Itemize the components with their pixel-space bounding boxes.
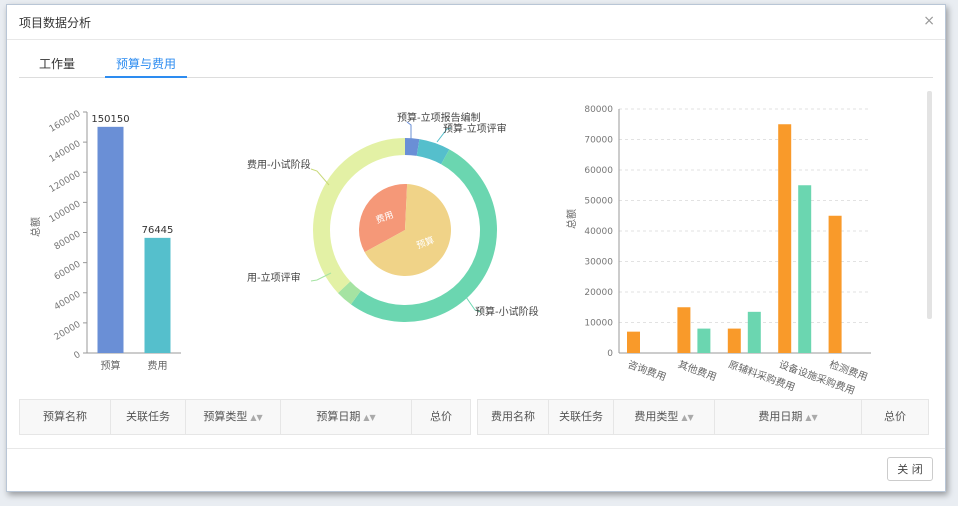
close-button[interactable]: 关 闭 bbox=[887, 457, 933, 481]
bar-s0-3[interactable] bbox=[778, 124, 792, 353]
y-tick-label: 70000 bbox=[584, 136, 613, 146]
y-tick-label: 60000 bbox=[53, 259, 83, 282]
y-axis-label: 总额 bbox=[29, 217, 42, 237]
y-tick-label: 20000 bbox=[584, 288, 613, 298]
y-tick-label: 40000 bbox=[584, 227, 613, 237]
bar-value-label: 76445 bbox=[142, 225, 174, 236]
dialog-title: 项目数据分析 bbox=[19, 16, 92, 30]
budget-table: 预算名称 关联任务 预算类型 ▲▼ 预算日期 ▲▼ 总价 bbox=[19, 399, 471, 435]
y-tick-label: 10000 bbox=[584, 319, 613, 329]
bar-s1-2[interactable] bbox=[747, 311, 761, 353]
col-cost-total: 总价 bbox=[884, 410, 906, 423]
col-budget-type[interactable]: 预算类型 ▲▼ bbox=[186, 400, 281, 434]
y-tick-label: 0 bbox=[73, 350, 83, 362]
tab-workload[interactable]: 工作量 bbox=[29, 55, 85, 77]
y-axis-label: 总额 bbox=[565, 209, 578, 229]
cost-breakdown-bar-chart: 0 10000 20000 30000 40000 50000 60000 70000 8000… bbox=[565, 105, 871, 397]
bar-s1-1[interactable] bbox=[697, 328, 711, 353]
sort-icon[interactable]: ▲▼ bbox=[250, 413, 262, 422]
close-icon[interactable]: × bbox=[923, 13, 935, 29]
bar-s1-3[interactable] bbox=[798, 185, 812, 353]
sort-icon[interactable]: ▲▼ bbox=[681, 413, 693, 422]
budget-cost-bar-chart: 0 20000 40000 60000 80000 100000 120000 140000 1… bbox=[29, 109, 181, 372]
label-cost-trial: 费用-小试阶段 bbox=[247, 158, 311, 171]
y-tick-label: 30000 bbox=[584, 258, 613, 268]
label-budget-review: 预算-立项评审 bbox=[443, 122, 507, 135]
dialog-footer: 关 闭 bbox=[7, 448, 945, 492]
y-tick-label: 160000 bbox=[48, 109, 83, 135]
y-tick-label: 80000 bbox=[53, 229, 83, 252]
cost-table-header: 费用名称 关联任务 费用类型 ▲▼ 费用日期 ▲▼ 总价 bbox=[478, 400, 928, 435]
y-tick-label: 140000 bbox=[48, 139, 83, 165]
x-category-label: 其他费用 bbox=[676, 358, 718, 384]
x-category-label: 费用 bbox=[148, 359, 168, 372]
col-budget-date[interactable]: 预算日期 ▲▼ bbox=[281, 400, 412, 434]
label-cost-review: 用-立项评审 bbox=[247, 271, 301, 284]
bar-s0-1[interactable] bbox=[677, 307, 691, 353]
y-tick-label: 0 bbox=[607, 349, 613, 359]
x-category-label: 咨询费用 bbox=[626, 358, 668, 384]
content-scrollbar[interactable] bbox=[927, 91, 932, 319]
budget-table-header: 预算名称 关联任务 预算类型 ▲▼ 预算日期 ▲▼ 总价 bbox=[20, 400, 470, 435]
bar-0[interactable] bbox=[97, 126, 124, 353]
bar-s0-4[interactable] bbox=[828, 215, 842, 353]
dialog-titlebar: 项目数据分析 × bbox=[7, 5, 945, 40]
tab-budget-cost[interactable]: 预算与费用 bbox=[105, 55, 187, 78]
label-budget-trial: 预算-小试阶段 bbox=[475, 305, 539, 318]
label-leader-line bbox=[310, 168, 330, 186]
x-category-label: 预算 bbox=[101, 359, 121, 372]
y-tick-label: 80000 bbox=[584, 105, 613, 115]
bar-value-label: 150150 bbox=[91, 114, 129, 125]
bar-s0-0[interactable] bbox=[627, 331, 640, 353]
col-cost-name: 费用名称 bbox=[478, 400, 549, 434]
y-tick-label: 50000 bbox=[584, 197, 613, 207]
label-leader-line bbox=[406, 121, 412, 139]
col-budget-name: 预算名称 bbox=[20, 400, 111, 434]
tab-bar: 工作量 预算与费用 bbox=[19, 55, 933, 78]
bar-s0-2[interactable] bbox=[727, 328, 741, 353]
sort-icon[interactable]: ▲▼ bbox=[363, 413, 375, 422]
bar-1[interactable] bbox=[144, 237, 171, 353]
col-cost-date[interactable]: 费用日期 ▲▼ bbox=[715, 400, 862, 434]
budget-cost-donut-chart: 费用预算 预算-立项报告编制 预算-立项评审 费用-小试阶段 用-立项评审 预算… bbox=[247, 111, 539, 322]
label-budget-report: 预算-立项报告编制 bbox=[397, 111, 481, 124]
project-analysis-dialog: 项目数据分析 × 工作量 预算与费用 0 20000 40000 60000 80000… bbox=[6, 4, 946, 492]
col-budget-total: 总价 bbox=[430, 410, 452, 423]
col-cost-task: 关联任务 bbox=[549, 400, 614, 434]
y-tick-label: 40000 bbox=[53, 290, 83, 313]
y-tick-label: 60000 bbox=[584, 166, 613, 176]
y-tick-label: 120000 bbox=[48, 169, 83, 195]
y-tick-label: 20000 bbox=[53, 320, 83, 343]
col-budget-task: 关联任务 bbox=[111, 400, 186, 434]
col-cost-type[interactable]: 费用类型 ▲▼ bbox=[614, 400, 715, 434]
cost-table: 费用名称 关联任务 费用类型 ▲▼ 费用日期 ▲▼ 总价 bbox=[477, 399, 929, 435]
sort-icon[interactable]: ▲▼ bbox=[805, 413, 817, 422]
y-tick-label: 100000 bbox=[48, 199, 83, 225]
